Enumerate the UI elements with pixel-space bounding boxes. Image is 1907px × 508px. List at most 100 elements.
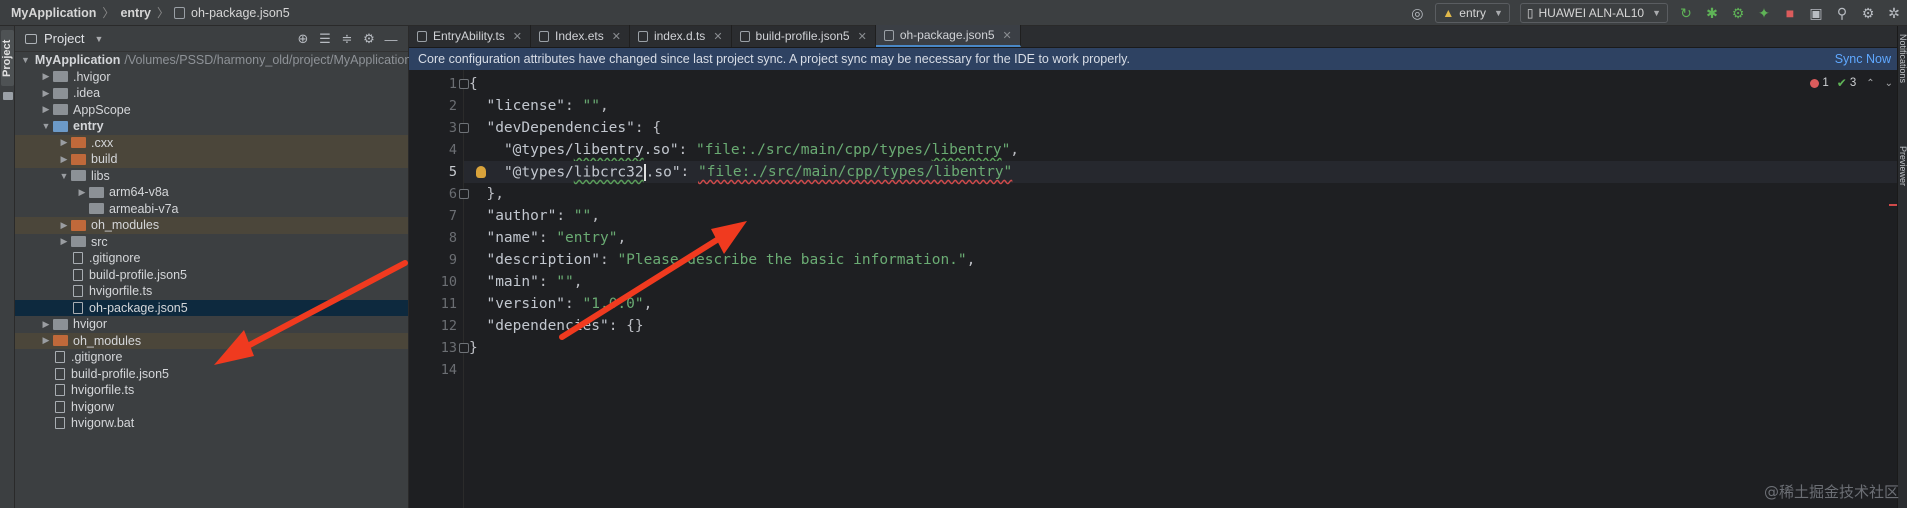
tree-item[interactable]: ▼ MyApplication/Volumes/PSSD/harmony_old/… <box>15 52 411 69</box>
code-line[interactable]: "version": "1.0.0", <box>469 293 652 315</box>
settings-icon[interactable]: ⚙ <box>1857 2 1879 24</box>
tree-item[interactable]: .gitignore <box>15 250 408 267</box>
chevron-right-icon[interactable]: ▶ <box>57 236 71 247</box>
tree-item[interactable]: hvigorfile.ts <box>15 283 408 300</box>
tree-item[interactable]: build-profile.json5 <box>15 267 408 284</box>
tree-item[interactable]: build-profile.json5 <box>15 366 408 383</box>
tree-item-label: libs <box>91 168 110 183</box>
chevron-right-icon[interactable]: ▶ <box>57 137 71 148</box>
lightbulb-icon[interactable] <box>476 166 486 178</box>
chevron-down-icon[interactable]: ▼ <box>94 34 103 44</box>
hide-icon[interactable]: — <box>380 29 402 49</box>
device-select[interactable]: ▯ HUAWEI ALN-AL10 ▼ <box>1519 3 1668 23</box>
tree-item[interactable]: ▶ .idea <box>15 85 408 102</box>
editor-tab[interactable]: oh-package.json5 ✕ <box>875 25 1021 47</box>
tree-item[interactable]: ▶ arm64-v8a <box>15 184 408 201</box>
code-line[interactable]: "license": "", <box>469 95 608 117</box>
fold-marker-icon[interactable] <box>459 343 469 353</box>
rerun-icon[interactable]: ↻ <box>1675 2 1697 24</box>
chevron-down-icon[interactable]: ⌄ <box>1885 78 1893 89</box>
breadcrumb-project[interactable]: MyApplication <box>8 6 99 20</box>
tree-item[interactable]: ▶ .hvigor <box>15 69 408 86</box>
settings-icon[interactable]: ⚙ <box>358 29 380 49</box>
project-view-select[interactable]: Project <box>44 31 84 46</box>
previewer-tool-button[interactable]: Previewer <box>1898 146 1907 186</box>
search-icon[interactable]: ⚲ <box>1831 2 1853 24</box>
code-line[interactable]: } <box>469 337 478 359</box>
project-tool-window-button[interactable]: Project <box>1 30 14 86</box>
editor-tab[interactable]: Index.ets ✕ <box>531 25 630 47</box>
module-select[interactable]: ▲ entry ▼ <box>1435 3 1510 23</box>
close-icon[interactable]: ✕ <box>513 30 522 43</box>
editor-tab[interactable]: index.d.ts ✕ <box>630 25 732 47</box>
tree-item[interactable]: oh-package.json5 <box>15 299 408 316</box>
code-line[interactable]: "description": "Please describe the basi… <box>469 249 975 271</box>
tree-item[interactable]: hvigorw <box>15 399 408 416</box>
code-line[interactable]: "main": "", <box>469 271 582 293</box>
tree-item[interactable]: ▶ .cxx <box>15 134 408 151</box>
sync-now-link[interactable]: Sync Now <box>1835 52 1891 66</box>
device-manager-icon[interactable]: ▣ <box>1805 2 1827 24</box>
close-icon[interactable]: ✕ <box>713 30 722 43</box>
close-icon[interactable]: ✕ <box>1003 29 1012 42</box>
collapse-all-icon[interactable]: ≑ <box>336 29 358 49</box>
code-line[interactable]: "author": "", <box>469 205 600 227</box>
notifications-tool-button[interactable]: Notifications <box>1898 34 1907 83</box>
tree-item[interactable]: ▼ libs <box>15 168 408 185</box>
tree-item[interactable]: ▼ entry <box>15 118 408 135</box>
tree-item[interactable]: hvigorfile.ts <box>15 382 408 399</box>
chevron-right-icon[interactable]: ▶ <box>57 154 71 165</box>
target-icon[interactable]: ◎ <box>1406 2 1428 24</box>
file-icon <box>55 351 65 364</box>
profile-icon[interactable]: ⚙ <box>1727 2 1749 24</box>
code-line[interactable]: { <box>469 73 478 95</box>
code-line[interactable]: "@types/libentry.so": "file:./src/main/c… <box>469 139 1019 161</box>
chevron-down-icon[interactable]: ▼ <box>21 55 30 65</box>
tree-item[interactable]: ▶ AppScope <box>15 102 408 119</box>
fold-marker-icon[interactable] <box>459 79 469 89</box>
chevron-down-icon[interactable]: ▼ <box>39 121 53 131</box>
tree-item[interactable]: ▶ hvigor <box>15 316 408 333</box>
tree-item[interactable]: hvigorw.bat <box>15 415 408 432</box>
code-line[interactable]: }, <box>469 183 503 205</box>
debug-icon[interactable]: ✱ <box>1701 2 1723 24</box>
attach-debugger-icon[interactable]: ✦ <box>1753 2 1775 24</box>
close-icon[interactable]: ✕ <box>612 30 621 43</box>
chevron-right-icon[interactable]: ▶ <box>39 104 53 115</box>
fold-marker-icon[interactable] <box>459 189 469 199</box>
tree-item-label: hvigorw.bat <box>71 416 135 431</box>
close-icon[interactable]: ✕ <box>858 30 867 43</box>
editor-tab[interactable]: EntryAbility.ts ✕ <box>409 25 532 47</box>
tree-item[interactable]: ▶ oh_modules <box>15 217 408 234</box>
tree-item[interactable]: ▶ src <box>15 234 408 251</box>
sync-banner-message: Core configuration attributes have chang… <box>418 52 1130 66</box>
editor-tab[interactable]: build-profile.json5 ✕ <box>732 25 876 47</box>
code-line[interactable]: "name": "entry", <box>469 227 626 249</box>
chevron-right-icon[interactable]: ▶ <box>75 187 89 198</box>
stop-icon[interactable]: ■ <box>1779 2 1801 24</box>
tree-item[interactable]: ▶ build <box>15 151 408 168</box>
toolbar-actions: ◎ ▲ entry ▼ ▯ HUAWEI ALN-AL10 ▼ ↻ ✱ ⚙ ✦ … <box>1404 0 1907 26</box>
tree-item-label: .hvigor <box>73 69 111 84</box>
tree-item[interactable]: .gitignore <box>15 349 408 366</box>
chevron-right-icon[interactable]: ▶ <box>39 88 53 99</box>
inspection-widget[interactable]: 1 ✔ 3 ⌃ ⌄ <box>1810 76 1893 90</box>
chevron-down-icon[interactable]: ▼ <box>57 171 71 181</box>
chevron-right-icon[interactable]: ▶ <box>39 335 53 346</box>
locate-icon[interactable]: ⊕ <box>292 29 314 49</box>
chevron-right-icon[interactable]: ▶ <box>57 220 71 231</box>
chevron-right-icon[interactable]: ▶ <box>39 71 53 82</box>
code-line[interactable]: "dependencies": {} <box>469 315 643 337</box>
tree-item[interactable]: ▶ oh_modules <box>15 332 408 349</box>
code-line[interactable]: "devDependencies": { <box>469 117 661 139</box>
chevron-right-icon[interactable]: ▶ <box>39 319 53 330</box>
breadcrumb-module[interactable]: entry <box>117 6 154 20</box>
tree-item[interactable]: armeabi-v7a <box>15 201 408 218</box>
expand-all-icon[interactable]: ☰ <box>314 29 336 49</box>
code-line[interactable]: "@types/libcrc32 .so": "file:./src/main/c… <box>464 161 1907 183</box>
plugins-icon[interactable]: ✲ <box>1883 2 1905 24</box>
code-editor[interactable]: 1 2 3 4 5 6 7 8 9 10 11 12 13 14 { "license": "", "de… <box>409 70 1907 508</box>
breadcrumb-file[interactable]: oh-package.json5 <box>188 6 293 20</box>
fold-marker-icon[interactable] <box>459 123 469 133</box>
chevron-up-icon[interactable]: ⌃ <box>1866 78 1874 89</box>
